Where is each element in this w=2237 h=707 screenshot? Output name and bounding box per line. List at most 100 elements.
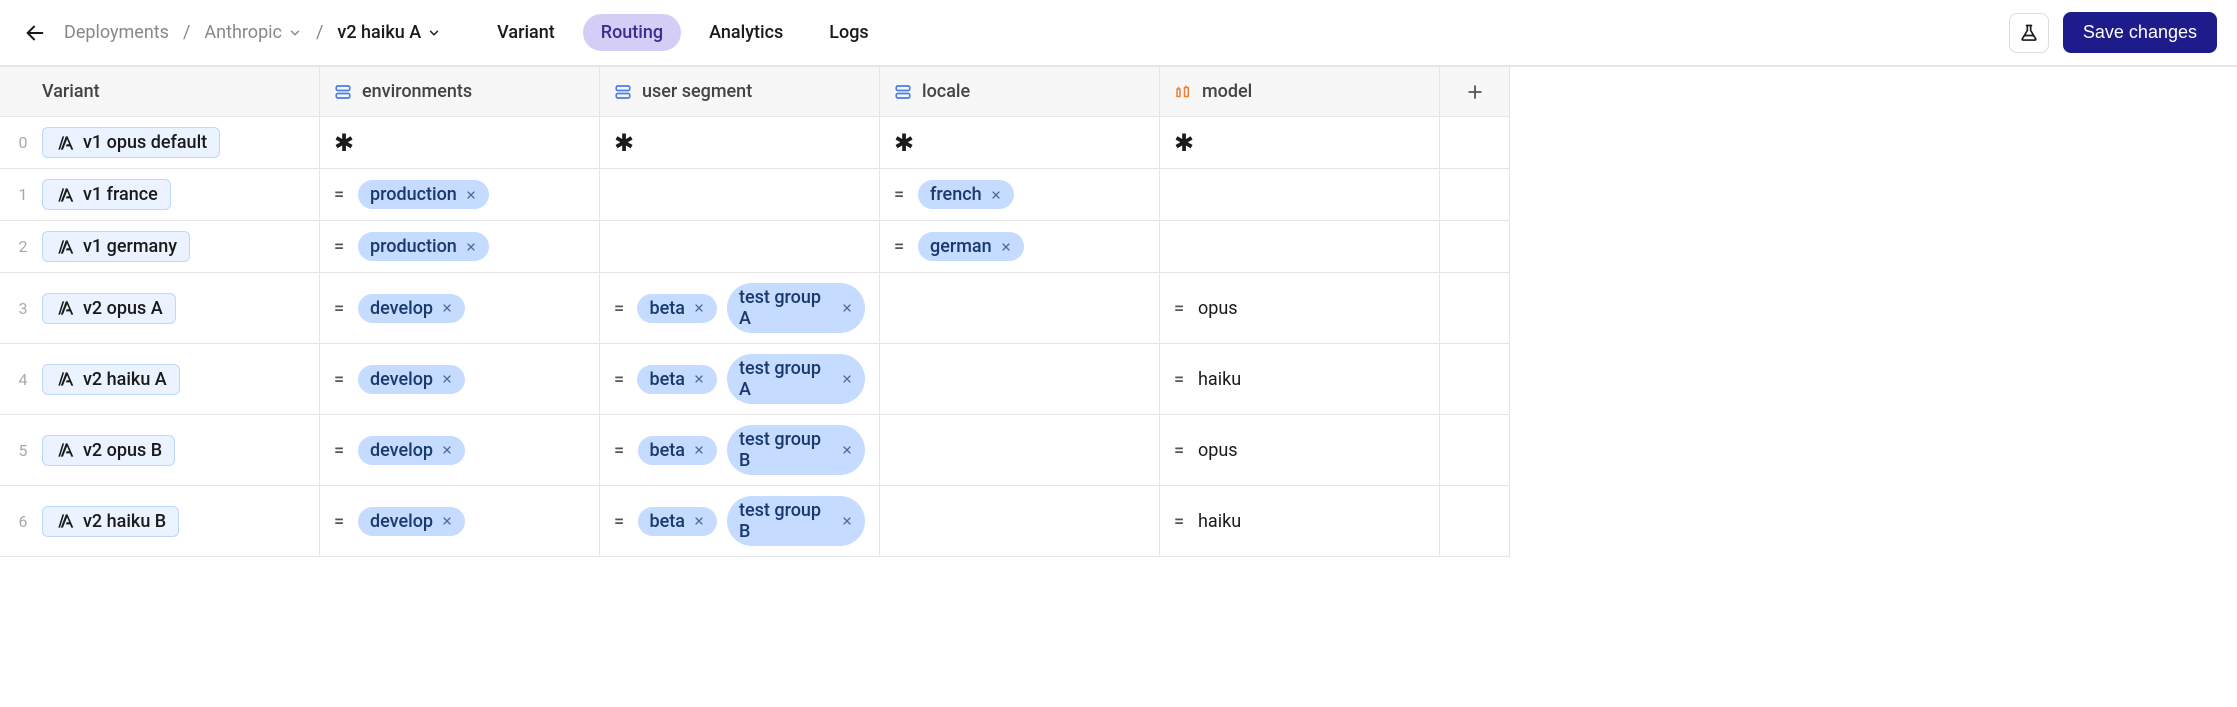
remove-tag-button[interactable] — [693, 515, 705, 527]
filter-tag[interactable]: beta — [638, 507, 717, 536]
tag-label: german — [930, 236, 992, 257]
variant-chip[interactable]: v2 haiku B — [42, 506, 179, 537]
extra-cell[interactable] — [1440, 117, 1510, 169]
filter-tag[interactable]: production — [358, 180, 489, 209]
user-segment-cell[interactable]: =betatest group A — [600, 344, 880, 415]
tab-logs[interactable]: Logs — [811, 14, 886, 51]
column-header-variant[interactable]: Variant — [0, 67, 320, 117]
locale-cell[interactable]: =french — [880, 169, 1160, 221]
tab-analytics[interactable]: Analytics — [691, 14, 801, 51]
remove-tag-button[interactable] — [465, 241, 477, 253]
user-segment-cell[interactable]: =betatest group B — [600, 486, 880, 557]
remove-tag-button[interactable] — [841, 373, 853, 385]
breadcrumb-current[interactable]: v2 haiku A — [337, 22, 441, 43]
filter-tag[interactable]: test group B — [727, 425, 865, 475]
column-header-user-segment[interactable]: user segment — [600, 67, 880, 117]
remove-tag-button[interactable] — [441, 373, 453, 385]
filter-tag[interactable]: german — [918, 232, 1024, 261]
user-segment-cell[interactable] — [600, 221, 880, 273]
tab-variant[interactable]: Variant — [479, 14, 573, 51]
filter-tag[interactable]: test group A — [727, 354, 865, 404]
extra-cell[interactable] — [1440, 221, 1510, 273]
variant-chip[interactable]: v1 france — [42, 179, 171, 210]
remove-tag-button[interactable] — [465, 189, 477, 201]
column-header-model[interactable]: model — [1160, 67, 1440, 117]
user-segment-cell[interactable]: =betatest group A — [600, 273, 880, 344]
save-button[interactable]: Save changes — [2063, 12, 2217, 53]
variant-cell[interactable]: 1v1 france — [0, 169, 320, 221]
variant-cell[interactable]: 3v2 opus A — [0, 273, 320, 344]
variant-chip[interactable]: v2 opus A — [42, 293, 176, 324]
user-segment-cell[interactable] — [600, 169, 880, 221]
environments-cell[interactable]: ✱ — [320, 117, 600, 169]
experiment-button[interactable] — [2009, 13, 2049, 53]
variant-cell[interactable]: 6v2 haiku B — [0, 486, 320, 557]
variant-chip[interactable]: v1 opus default — [42, 127, 220, 158]
environments-cell[interactable]: =develop — [320, 486, 600, 557]
add-column-button[interactable] — [1440, 67, 1510, 117]
model-cell[interactable] — [1160, 169, 1440, 221]
remove-tag-button[interactable] — [441, 444, 453, 456]
environments-cell[interactable]: =develop — [320, 415, 600, 486]
remove-tag-button[interactable] — [441, 302, 453, 314]
remove-tag-button[interactable] — [990, 189, 1002, 201]
breadcrumb-deployments[interactable]: Deployments — [64, 22, 169, 43]
extra-cell[interactable] — [1440, 169, 1510, 221]
filter-tag[interactable]: develop — [358, 507, 465, 536]
remove-tag-button[interactable] — [441, 515, 453, 527]
remove-tag-button[interactable] — [693, 373, 705, 385]
tab-routing[interactable]: Routing — [583, 14, 681, 51]
extra-cell[interactable] — [1440, 344, 1510, 415]
filter-tag[interactable]: beta — [637, 294, 716, 323]
environments-cell[interactable]: =production — [320, 169, 600, 221]
filter-tag[interactable]: develop — [358, 365, 465, 394]
user-segment-cell[interactable]: ✱ — [600, 117, 880, 169]
variant-cell[interactable]: 0v1 opus default — [0, 117, 320, 169]
variant-chip[interactable]: v1 germany — [42, 231, 190, 262]
extra-cell[interactable] — [1440, 273, 1510, 344]
filter-tag[interactable]: develop — [358, 294, 465, 323]
remove-tag-button[interactable] — [841, 302, 853, 314]
model-cell[interactable]: ✱ — [1160, 117, 1440, 169]
filter-tag[interactable]: french — [918, 180, 1014, 209]
variant-cell[interactable]: 5v2 opus B — [0, 415, 320, 486]
locale-cell[interactable] — [880, 486, 1160, 557]
extra-cell[interactable] — [1440, 486, 1510, 557]
filter-tag[interactable]: test group B — [727, 496, 865, 546]
remove-tag-button[interactable] — [841, 515, 853, 527]
environments-cell[interactable]: =develop — [320, 344, 600, 415]
variant-cell[interactable]: 4v2 haiku A — [0, 344, 320, 415]
locale-cell[interactable] — [880, 415, 1160, 486]
environments-cell[interactable]: =production — [320, 221, 600, 273]
extra-cell[interactable] — [1440, 415, 1510, 486]
locale-cell[interactable]: ✱ — [880, 117, 1160, 169]
model-cell[interactable]: =haiku — [1160, 344, 1440, 415]
model-cell[interactable]: =opus — [1160, 273, 1440, 344]
locale-cell[interactable] — [880, 344, 1160, 415]
remove-tag-button[interactable] — [841, 444, 853, 456]
locale-cell[interactable]: =german — [880, 221, 1160, 273]
remove-tag-button[interactable] — [1000, 241, 1012, 253]
anthropic-logo-icon — [55, 187, 75, 203]
back-button[interactable] — [20, 18, 50, 48]
filter-tag[interactable]: beta — [638, 436, 717, 465]
variant-chip[interactable]: v2 opus B — [42, 435, 175, 466]
column-header-locale[interactable]: locale — [880, 67, 1160, 117]
remove-tag-button[interactable] — [693, 302, 705, 314]
variant-chip[interactable]: v2 haiku A — [42, 364, 180, 395]
environments-cell[interactable]: =develop — [320, 273, 600, 344]
filter-tag[interactable]: beta — [637, 365, 716, 394]
model-cell[interactable] — [1160, 221, 1440, 273]
variant-cell[interactable]: 2v1 germany — [0, 221, 320, 273]
remove-tag-button[interactable] — [693, 444, 705, 456]
user-segment-cell[interactable]: =betatest group B — [600, 415, 880, 486]
filter-tag[interactable]: production — [358, 232, 489, 261]
filter-tag[interactable]: test group A — [727, 283, 865, 333]
locale-cell[interactable] — [880, 273, 1160, 344]
model-cell[interactable]: =haiku — [1160, 486, 1440, 557]
model-icon — [1174, 83, 1192, 101]
column-header-environments[interactable]: environments — [320, 67, 600, 117]
breadcrumb-org[interactable]: Anthropic — [204, 22, 302, 43]
filter-tag[interactable]: develop — [358, 436, 465, 465]
model-cell[interactable]: =opus — [1160, 415, 1440, 486]
